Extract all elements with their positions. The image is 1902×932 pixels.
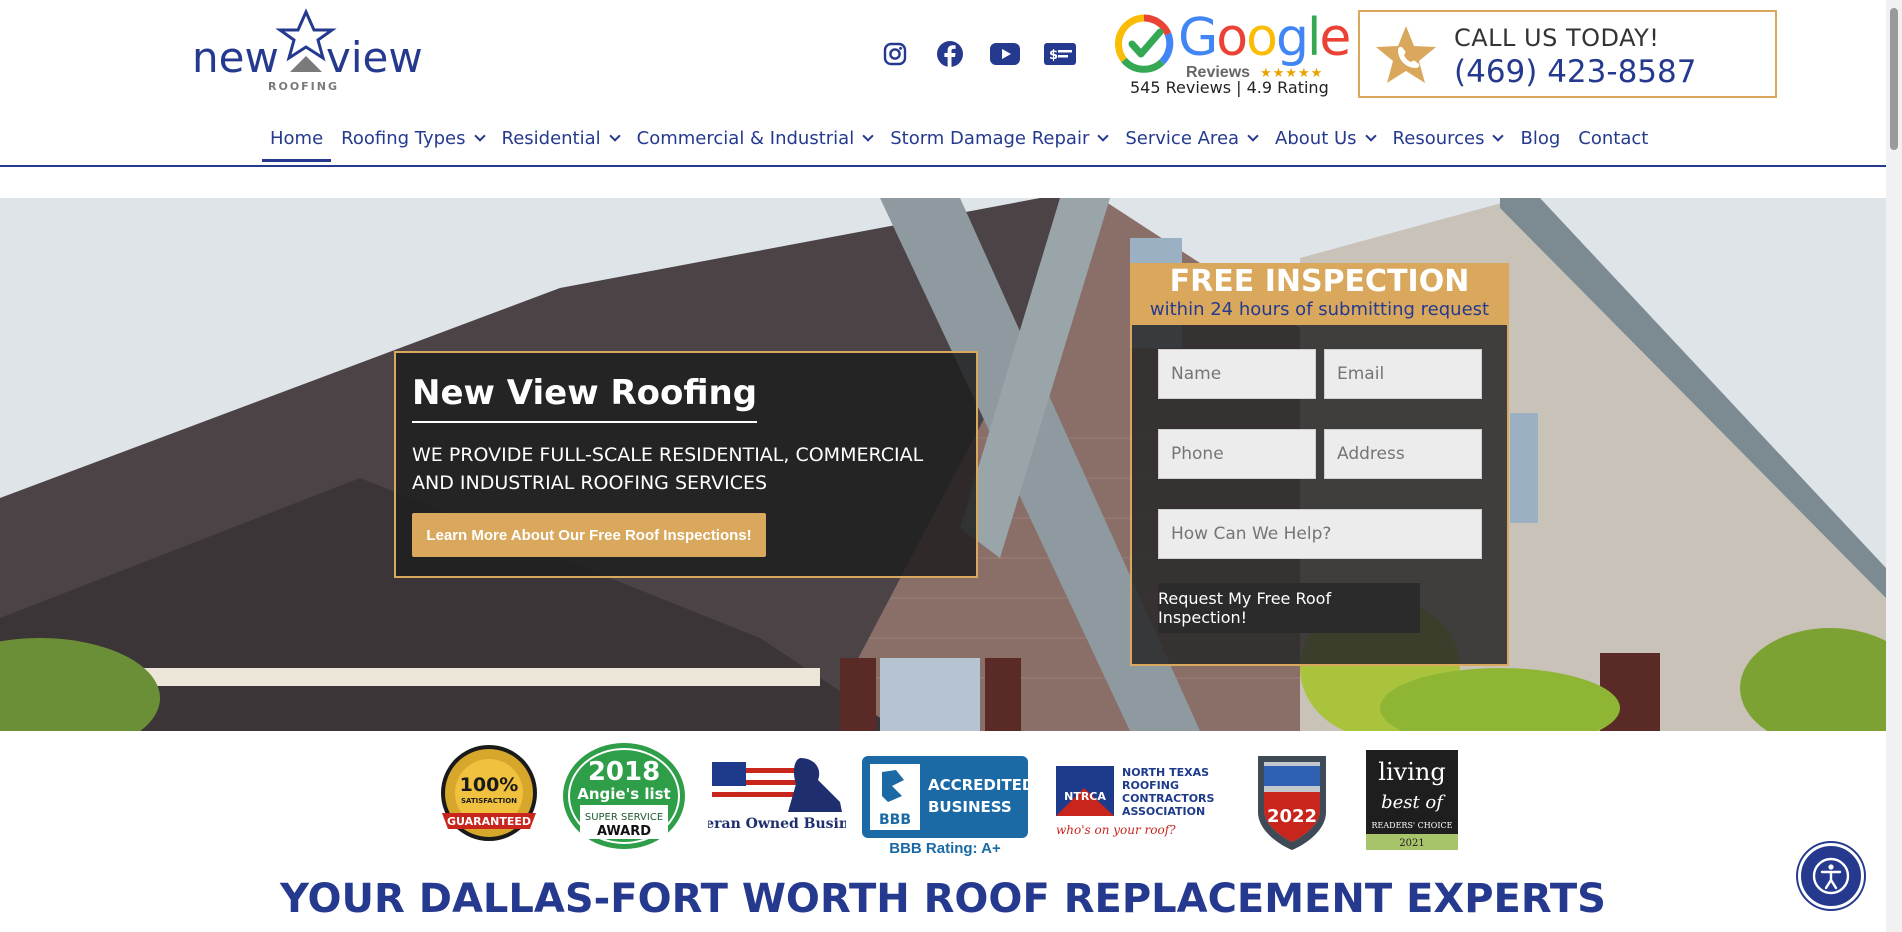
page: new view ROOFING $ Google Reviews ★★★★★ … — [0, 0, 1902, 932]
instagram-icon[interactable] — [877, 36, 913, 72]
address-field[interactable] — [1324, 429, 1482, 479]
veteran-owned-badge: Veteran Owned Business — [708, 754, 846, 832]
nav-divider — [0, 165, 1886, 167]
bbb-accredited-badge: BBB ACCREDITED BUSINESS BBB Rating: A+ — [862, 756, 1034, 857]
name-field[interactable] — [1158, 349, 1316, 399]
form-header: FREE INSPECTION within 24 hours of submi… — [1132, 265, 1507, 325]
svg-text:CONTRACTORS: CONTRACTORS — [1122, 792, 1215, 805]
svg-text:2018: 2018 — [588, 757, 660, 787]
scrollbar-thumb[interactable] — [1890, 8, 1898, 150]
accessibility-icon — [1812, 857, 1850, 895]
svg-text:AWARD: AWARD — [597, 824, 651, 839]
svg-text:view: view — [326, 33, 423, 82]
nav-residential[interactable]: Residential — [502, 118, 621, 158]
svg-text:ROOFING: ROOFING — [1122, 779, 1179, 792]
svg-text:BBB: BBB — [879, 812, 911, 828]
youtube-icon[interactable] — [987, 36, 1023, 72]
phone-star-icon — [1376, 26, 1436, 83]
google-check-icon — [1115, 14, 1174, 73]
svg-text:GUARANTEED: GUARANTEED — [447, 815, 531, 828]
logo-word: new — [192, 33, 279, 82]
intro-panel: New View Roofing WE PROVIDE FULL-SCALE R… — [394, 351, 978, 578]
nav-resources[interactable]: Resources — [1393, 118, 1505, 158]
email-field[interactable] — [1324, 349, 1482, 399]
financing-icon[interactable]: $ — [1042, 36, 1078, 72]
svg-text:READERS' CHOICE: READERS' CHOICE — [1372, 821, 1453, 830]
nav-blog[interactable]: Blog — [1520, 118, 1560, 158]
page-scrollbar[interactable] — [1886, 0, 1902, 932]
svg-text:Angie's list: Angie's list — [577, 785, 670, 803]
svg-text:best of: best of — [1381, 792, 1446, 813]
nav-commercial-industrial[interactable]: Commercial & Industrial — [637, 118, 874, 158]
angies-list-badge: 2018 Angie's list SUPER SERVICE AWARD — [563, 743, 685, 849]
phone-number-link[interactable]: (469) 423-8587 — [1454, 54, 1696, 90]
svg-text:SATISFACTION: SATISFACTION — [461, 797, 517, 805]
bbb-rating: BBB Rating: A+ — [889, 840, 1001, 857]
free-inspection-form: FREE INSPECTION within 24 hours of submi… — [1130, 263, 1509, 666]
svg-text:living: living — [1378, 758, 1445, 786]
google-word: Google — [1178, 8, 1351, 68]
new-view-roofing-logo[interactable]: new view ROOFING — [192, 8, 428, 92]
help-field[interactable] — [1158, 509, 1482, 559]
chevron-down-icon — [473, 129, 486, 142]
main-nav: Home Roofing Types Residential Commercia… — [261, 118, 1666, 162]
svg-text:SUPER SERVICE: SUPER SERVICE — [585, 812, 663, 823]
facebook-icon[interactable] — [932, 36, 968, 72]
intro-divider — [412, 421, 757, 423]
svg-text:$: $ — [1049, 48, 1058, 63]
nav-contact[interactable]: Contact — [1578, 118, 1648, 158]
trust-badges: 100% SATISFACTION GUARANTEED 2018 Angie'… — [396, 740, 1506, 860]
call-us-box[interactable]: CALL US TODAY! (469) 423-8587 — [1358, 10, 1777, 98]
intro-text: WE PROVIDE FULL-SCALE RESIDENTIAL, COMME… — [412, 444, 924, 494]
chevron-down-icon — [1364, 129, 1377, 142]
svg-text:100%: 100% — [460, 774, 519, 796]
ntrca-badge: NTRCA NORTH TEXAS ROOFING CONTRACTORS AS… — [1054, 762, 1228, 842]
svg-text:BUSINESS: BUSINESS — [928, 798, 1012, 816]
svg-text:2022: 2022 — [1267, 806, 1317, 827]
svg-text:NORTH TEXAS: NORTH TEXAS — [1122, 766, 1209, 779]
nav-roofing-types[interactable]: Roofing Types — [341, 118, 486, 158]
2022-award-badge: 2022 — [1258, 756, 1326, 850]
nav-storm-damage-repair[interactable]: Storm Damage Repair — [890, 118, 1110, 158]
google-rating-text: 545 Reviews | 4.9 Rating — [1130, 78, 1329, 97]
nav-about-us[interactable]: About Us — [1275, 118, 1377, 158]
living-magazine-badge: living best of READERS' CHOICE 2021 — [1366, 750, 1458, 850]
chevron-down-icon — [1247, 129, 1259, 142]
chevron-down-icon — [1097, 129, 1110, 142]
svg-text:ASSOCIATION: ASSOCIATION — [1122, 805, 1205, 818]
svg-text:NTRCA: NTRCA — [1064, 790, 1106, 803]
learn-more-button[interactable]: Learn More About Our Free Roof Inspectio… — [412, 513, 766, 557]
accessibility-button[interactable] — [1798, 843, 1864, 909]
svg-text:ACCREDITED: ACCREDITED — [928, 776, 1028, 794]
phone-field[interactable] — [1158, 429, 1316, 479]
form-subtitle: within 24 hours of submitting request — [1149, 299, 1490, 320]
satisfaction-guaranteed-badge: 100% SATISFACTION GUARANTEED — [441, 745, 537, 841]
logo-sub: ROOFING — [268, 80, 339, 92]
svg-text:2021: 2021 — [1399, 838, 1424, 849]
google-reviews-badge[interactable]: Google Reviews ★★★★★ 545 Reviews | 4.9 R… — [1112, 10, 1351, 100]
call-title: CALL US TODAY! — [1454, 24, 1660, 52]
request-inspection-button[interactable]: Request My Free Roof Inspection! — [1158, 583, 1420, 633]
nav-home[interactable]: Home — [261, 118, 332, 162]
svg-text:who's on your roof?: who's on your roof? — [1056, 823, 1176, 837]
page-headline: YOUR DALLAS-FORT WORTH ROOF REPLACEMENT … — [280, 876, 1606, 922]
form-title: FREE INSPECTION — [1169, 264, 1470, 299]
chevron-down-icon — [862, 129, 874, 142]
chevron-down-icon — [608, 129, 621, 142]
intro-title: New View Roofing — [412, 373, 758, 413]
chevron-down-icon — [1492, 129, 1505, 142]
svg-text:Veteran Owned Business: Veteran Owned Business — [708, 816, 846, 832]
nav-service-area[interactable]: Service Area — [1125, 118, 1259, 158]
